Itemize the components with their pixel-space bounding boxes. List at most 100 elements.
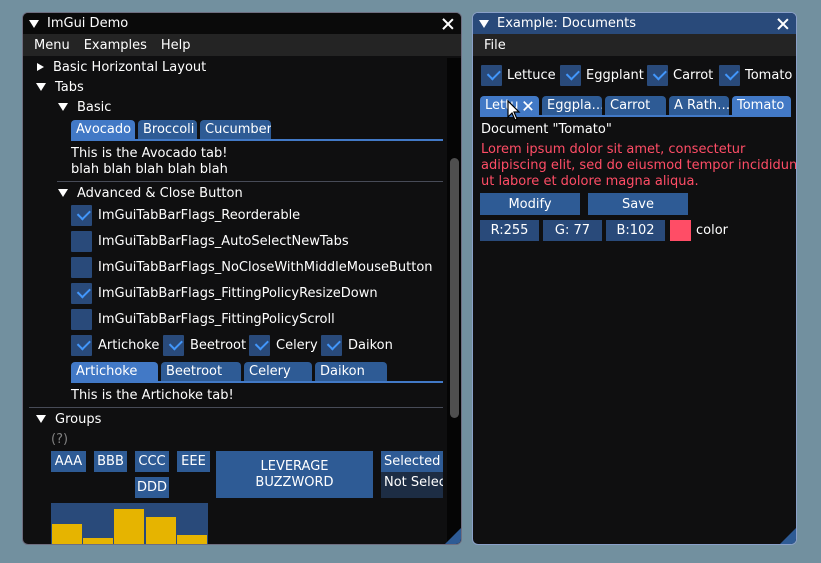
tree-label: Tabs [55,79,84,95]
resize-grip[interactable] [780,528,796,544]
button-bbb[interactable]: BBB [94,451,127,472]
checkbox-artichoke[interactable] [71,335,92,356]
menu-examples[interactable]: Examples [77,38,154,53]
collapse-triangle-icon[interactable] [479,19,489,28]
imgui-demo-window[interactable]: ImGui Demo Menu Examples Help Basic Hori… [22,12,462,545]
menu-help[interactable]: Help [154,38,198,53]
collapse-triangle-icon[interactable] [29,19,39,28]
tree-expanded-icon [36,83,46,91]
selectable-selected[interactable]: Selected [381,451,443,472]
documents-menubar: File [473,34,796,56]
checkbox-label: Eggplant [586,68,644,83]
tab-daikon[interactable]: Daikon [315,362,387,382]
histogram-plot[interactable] [51,503,208,544]
demo-titlebar[interactable]: ImGui Demo [23,13,461,34]
button-leverage-buzzword[interactable]: LEVERAGE BUZZWORD [216,451,373,498]
checkbox-label: Celery [276,338,318,353]
checkmark-icon [486,66,501,81]
checkbox-label: ImGuiTabBarFlags_FittingPolicyScroll [98,312,335,327]
selectable-list: Selected Not Selec [381,451,443,498]
tab-cucumber[interactable]: Cucumber [200,120,271,140]
tab-beetroot[interactable]: Beetroot [161,362,241,382]
checkbox-label: Carrot [673,68,714,83]
selectable-not-selected[interactable]: Not Selec [381,472,443,493]
tab-bar-underline [71,139,443,141]
window-title: Example: Documents [497,16,637,31]
scrollbar[interactable] [447,58,461,544]
tab-avocado[interactable]: Avocado [71,120,135,140]
scrollbar-thumb[interactable] [450,158,459,418]
menu-menu[interactable]: Menu [27,38,77,53]
checkmark-icon [76,284,91,299]
demo-menubar: Menu Examples Help [23,34,461,56]
tree-basic[interactable]: Basic [58,98,111,116]
tab-a-rather-long[interactable]: A Rath… [669,96,729,116]
checkmark-icon [76,206,91,221]
tree-basic-horizontal-layout[interactable]: Basic Horizontal Layout [37,58,206,76]
checkbox-flag[interactable] [71,283,92,304]
checkbox-flag[interactable] [71,257,92,278]
documents-window[interactable]: Example: Documents File Lettuce Eggplant… [472,12,797,545]
tab-eggplant[interactable]: Eggpla… [542,96,602,116]
tree-tabs[interactable]: Tabs [36,78,84,96]
checkbox-eggplant[interactable] [560,65,581,86]
tab-celery[interactable]: Celery [244,362,312,382]
tab-carrot[interactable]: Carrot [605,96,666,116]
leverage-label-line2: BUZZWORD [255,474,334,490]
histogram-bar [83,538,113,544]
tree-label: Advanced & Close Button [77,185,243,201]
tab-broccoli[interactable]: Broccoli [138,120,197,140]
button-eee[interactable]: EEE [177,451,210,472]
checkbox-flag[interactable] [71,231,92,252]
checkbox-lettuce[interactable] [481,65,502,86]
checkbox-flag[interactable] [71,309,92,330]
close-icon[interactable] [776,17,790,31]
avocado-text-2: blah blah blah blah blah [71,161,228,177]
histogram-bar [177,535,207,544]
tree-label: Basic Horizontal Layout [53,59,207,75]
documents-titlebar[interactable]: Example: Documents [473,13,796,34]
color-swatch[interactable] [670,220,691,241]
checkbox-label: Tomato [745,68,793,83]
color-g-field[interactable]: G: 77 [543,220,602,241]
save-button[interactable]: Save [588,193,688,215]
checkbox-beetroot[interactable] [163,335,184,356]
tab-artichoke[interactable]: Artichoke [71,362,158,382]
button-ccc[interactable]: CCC [135,451,169,472]
tab-bar-underline [480,115,791,117]
checkbox-tomato[interactable] [719,65,740,86]
menu-file[interactable]: File [477,38,513,53]
checkbox-celery[interactable] [249,335,270,356]
separator [29,407,443,408]
button-aaa[interactable]: AAA [51,451,86,472]
checkbox-label: Lettuce [507,68,556,83]
modify-button[interactable]: Modify [480,193,580,215]
separator [57,181,443,182]
tree-expanded-icon [58,103,68,111]
checkbox-daikon[interactable] [321,335,342,356]
checkbox-label: ImGuiTabBarFlags_FittingPolicyResizeDown [98,286,378,301]
checkmark-icon [565,66,580,81]
resize-grip[interactable] [445,528,461,544]
tree-groups[interactable]: Groups [36,410,101,428]
checkmark-icon [76,336,91,351]
leverage-label-line1: LEVERAGE [260,458,329,474]
checkmark-icon [724,66,739,81]
checkbox-flag[interactable] [71,205,92,226]
color-label: color [696,223,729,238]
histogram-bar [146,517,176,544]
checkbox-label: Artichoke [98,338,160,353]
close-icon[interactable] [441,17,455,31]
checkbox-carrot[interactable] [647,65,668,86]
button-ddd[interactable]: DDD [135,477,169,498]
color-b-field[interactable]: B:102 [606,220,665,241]
checkbox-label: Beetroot [190,338,247,353]
checkmark-icon [168,336,183,351]
color-r-field[interactable]: R:255 [480,220,539,241]
tab-tomato[interactable]: Tomato [732,96,791,116]
checkbox-label: Daikon [348,338,393,353]
help-marker[interactable]: (?) [51,430,68,448]
tab-close-icon[interactable] [522,100,534,112]
tree-label: Basic [77,99,112,115]
tree-advanced-close[interactable]: Advanced & Close Button [58,184,243,202]
